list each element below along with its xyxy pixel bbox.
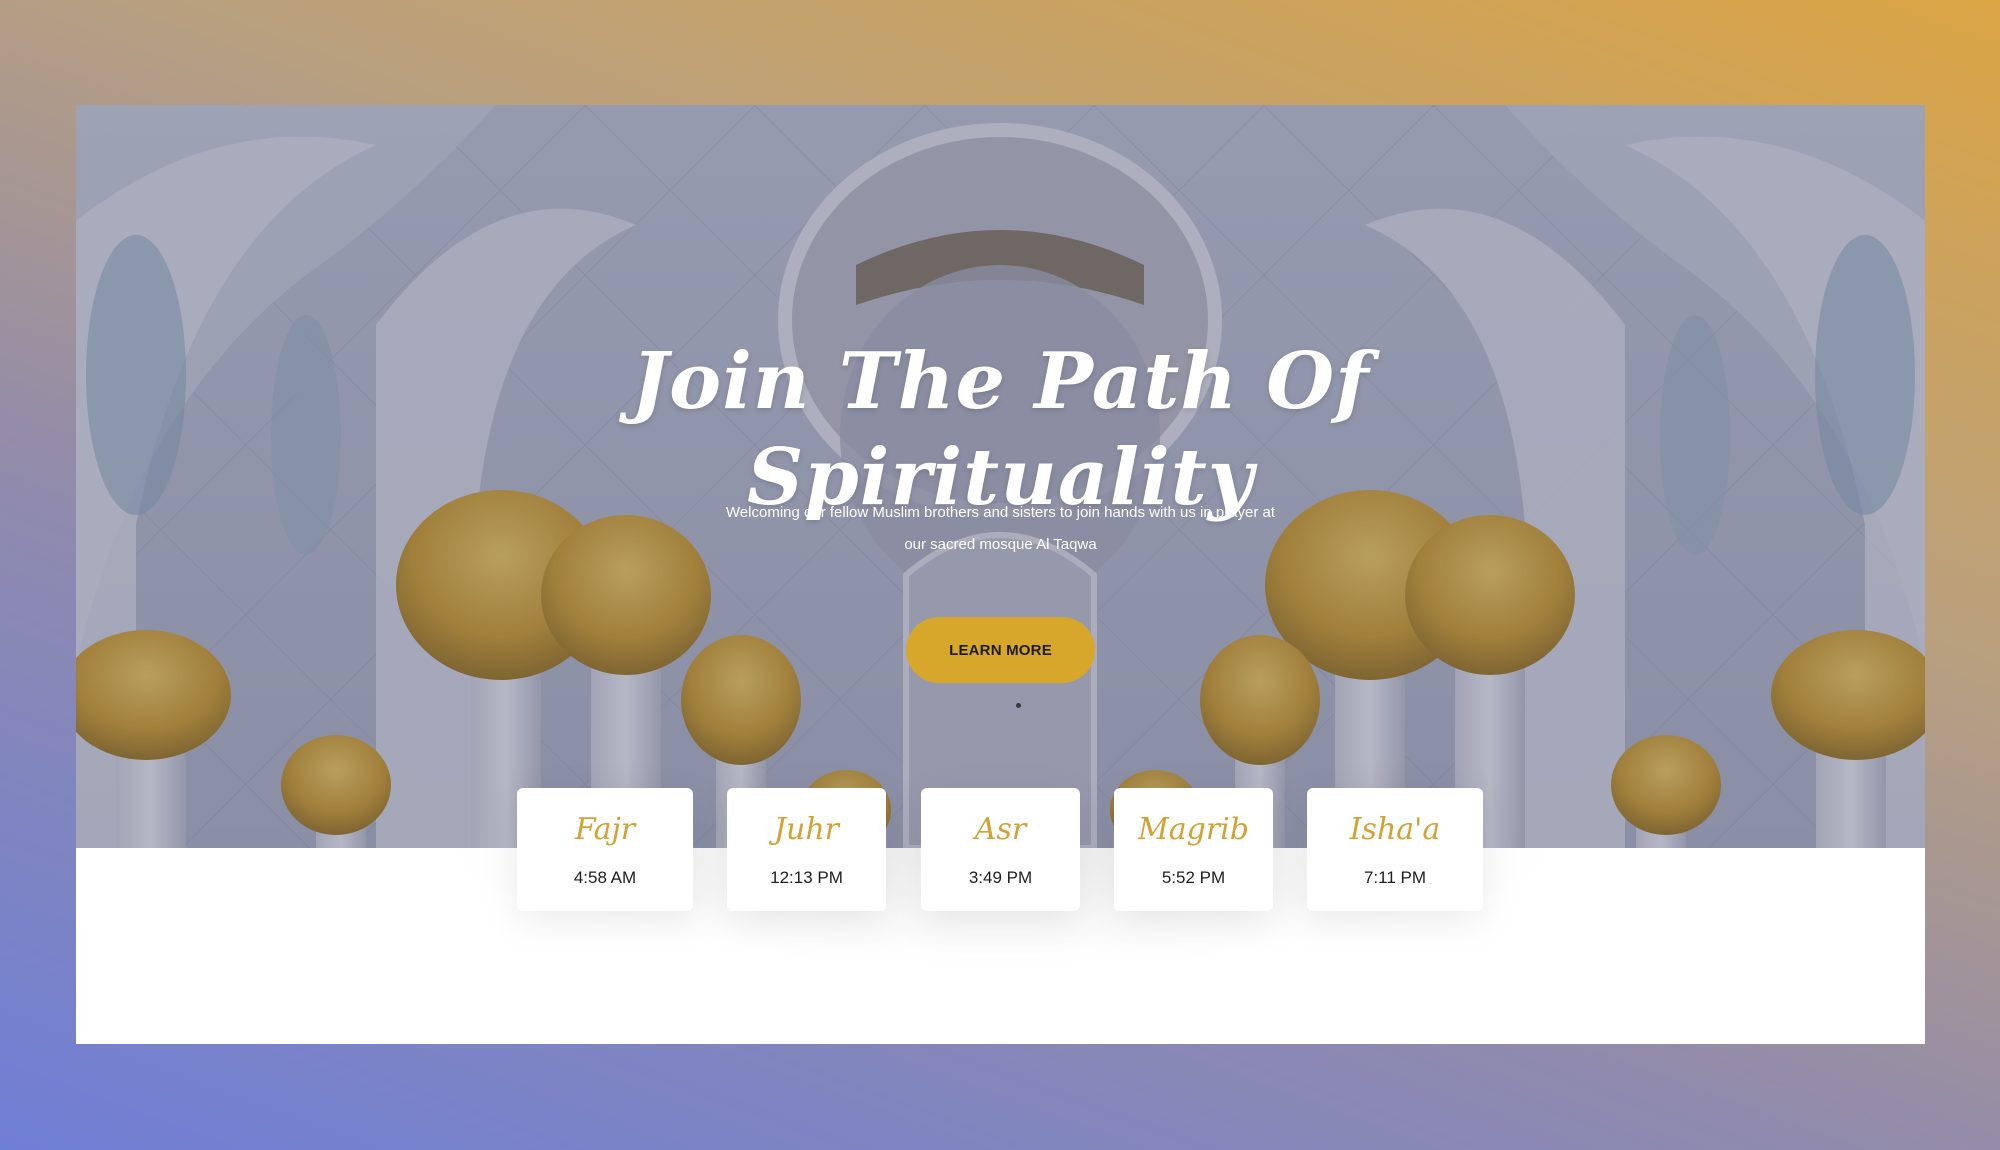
page-frame: Join The Path Of Spirituality Welcoming … <box>76 105 1925 1044</box>
prayer-time: 5:52 PM <box>1161 868 1226 887</box>
prayer-time: 7:11 PM <box>1363 868 1427 887</box>
hero-subtitle-line-2: our sacred mosque Al Taqwa <box>904 536 1097 553</box>
scroll-indicator-dot <box>1016 703 1021 708</box>
hero-subtitle: Welcoming our fellow Muslim brothers and… <box>76 497 1925 561</box>
prayer-card-ishaa: Isha'a 7:11 PM <box>1307 788 1483 911</box>
prayer-time: 12:13 PM <box>770 868 843 887</box>
hero-section: Join The Path Of Spirituality Welcoming … <box>76 105 1925 848</box>
prayer-name: Fajr <box>574 812 636 847</box>
hero-title-line-1: Join The Path Of <box>631 336 1370 428</box>
prayer-name: Asr <box>974 812 1027 847</box>
prayer-name: Magrib <box>1138 812 1249 847</box>
hero-subtitle-line-1: Welcoming our fellow Muslim brothers and… <box>725 504 1276 521</box>
prayer-name: Isha'a <box>1349 812 1441 847</box>
prayer-name: Juhr <box>773 812 839 847</box>
prayer-card-juhr: Juhr 12:13 PM <box>727 788 886 911</box>
prayer-card-fajr: Fajr 4:58 AM <box>517 788 693 911</box>
prayer-time: 4:58 AM <box>573 868 637 887</box>
prayer-card-magrib: Magrib 5:52 PM <box>1114 788 1273 911</box>
prayer-card-asr: Asr 3:49 PM <box>921 788 1080 911</box>
prayer-time: 3:49 PM <box>968 868 1033 887</box>
learn-more-button[interactable]: LEARN MORE <box>906 617 1095 683</box>
